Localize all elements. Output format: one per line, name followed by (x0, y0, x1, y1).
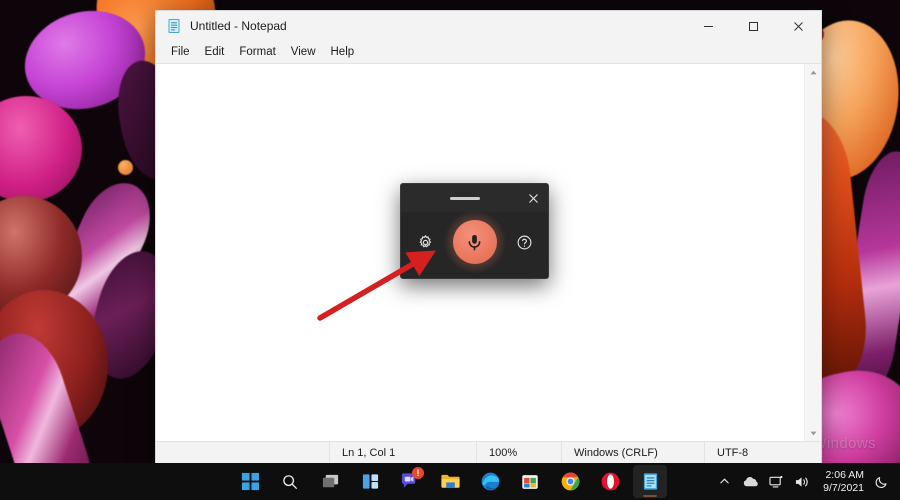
chrome-icon (560, 471, 581, 492)
notepad-title-group: Untitled - Notepad (156, 18, 686, 34)
taskbar-item-chrome[interactable] (553, 465, 587, 498)
menu-item-file[interactable]: File (164, 44, 197, 60)
scroll-down-icon[interactable] (805, 425, 821, 441)
network-icon[interactable] (763, 463, 789, 500)
microphone-button-circle[interactable] (453, 220, 497, 264)
taskbar-item-file-explorer[interactable] (433, 465, 467, 498)
desktop-screen: Windows Untitled - Notepad (0, 0, 900, 500)
edge-icon (480, 471, 501, 492)
notepad-menubar: File Edit Format View Help (156, 41, 821, 63)
notepad-title-text: Untitled - Notepad (190, 19, 287, 33)
taskbar-item-chat[interactable]: ! (393, 465, 427, 498)
minimize-button[interactable] (686, 11, 731, 41)
menu-item-format[interactable]: Format (232, 44, 282, 60)
taskbar-item-task-view[interactable] (313, 465, 347, 498)
status-zoom-level[interactable]: 100% (476, 442, 561, 464)
opera-icon (600, 471, 621, 492)
task-view-icon (321, 472, 340, 491)
wallpaper-blob-orange-dot (118, 160, 133, 175)
notepad-titlebar[interactable]: Untitled - Notepad (156, 11, 821, 41)
taskbar-item-notepad[interactable] (633, 465, 667, 498)
notepad-window-controls (686, 11, 821, 41)
store-icon (520, 472, 540, 492)
windows-logo-icon (241, 472, 260, 491)
help-icon[interactable] (512, 230, 536, 254)
taskbar-item-search[interactable] (273, 465, 307, 498)
system-tray: 2:06 AM 9/7/2021 (711, 463, 900, 500)
wallpaper-blob-pink (0, 96, 82, 202)
microphone-button[interactable] (449, 216, 501, 268)
status-encoding[interactable]: UTF-8 (704, 442, 821, 464)
voice-typing-widget (400, 183, 549, 279)
settings-gear-icon[interactable] (413, 230, 437, 254)
volume-icon[interactable] (789, 463, 815, 500)
taskbar-item-widgets[interactable] (353, 465, 387, 498)
vertical-scrollbar[interactable] (804, 64, 821, 441)
notepad-icon (166, 18, 182, 34)
taskbar-item-opera[interactable] (593, 465, 627, 498)
maximize-button[interactable] (731, 11, 776, 41)
taskbar: ! (0, 463, 900, 500)
menu-item-view[interactable]: View (284, 44, 323, 60)
close-button[interactable] (776, 11, 821, 41)
widgets-icon (361, 472, 380, 491)
status-cursor-position: Ln 1, Col 1 (329, 442, 476, 464)
clock-time: 2:06 AM (825, 469, 864, 482)
menu-item-edit[interactable]: Edit (198, 44, 232, 60)
search-icon (281, 473, 299, 491)
taskbar-item-store[interactable] (513, 465, 547, 498)
taskbar-item-edge[interactable] (473, 465, 507, 498)
onedrive-cloud-icon[interactable] (737, 463, 763, 500)
voice-typing-titlebar[interactable] (401, 184, 548, 212)
voice-close-icon[interactable] (518, 184, 548, 212)
menu-item-help[interactable]: Help (324, 44, 362, 60)
file-explorer-icon (440, 471, 461, 492)
scroll-up-icon[interactable] (805, 64, 821, 80)
notepad-statusbar: Ln 1, Col 1 100% Windows (CRLF) UTF-8 (156, 441, 821, 464)
taskbar-item-start[interactable] (233, 465, 267, 498)
voice-typing-controls (401, 212, 548, 278)
clock-date: 9/7/2021 (823, 482, 864, 495)
clock[interactable]: 2:06 AM 9/7/2021 (815, 463, 870, 500)
chevron-up-icon[interactable] (711, 463, 737, 500)
notifications-moon-icon[interactable] (870, 463, 894, 500)
chat-badge: ! (412, 467, 424, 479)
status-line-ending[interactable]: Windows (CRLF) (561, 442, 704, 464)
notepad-taskbar-icon (641, 472, 660, 491)
